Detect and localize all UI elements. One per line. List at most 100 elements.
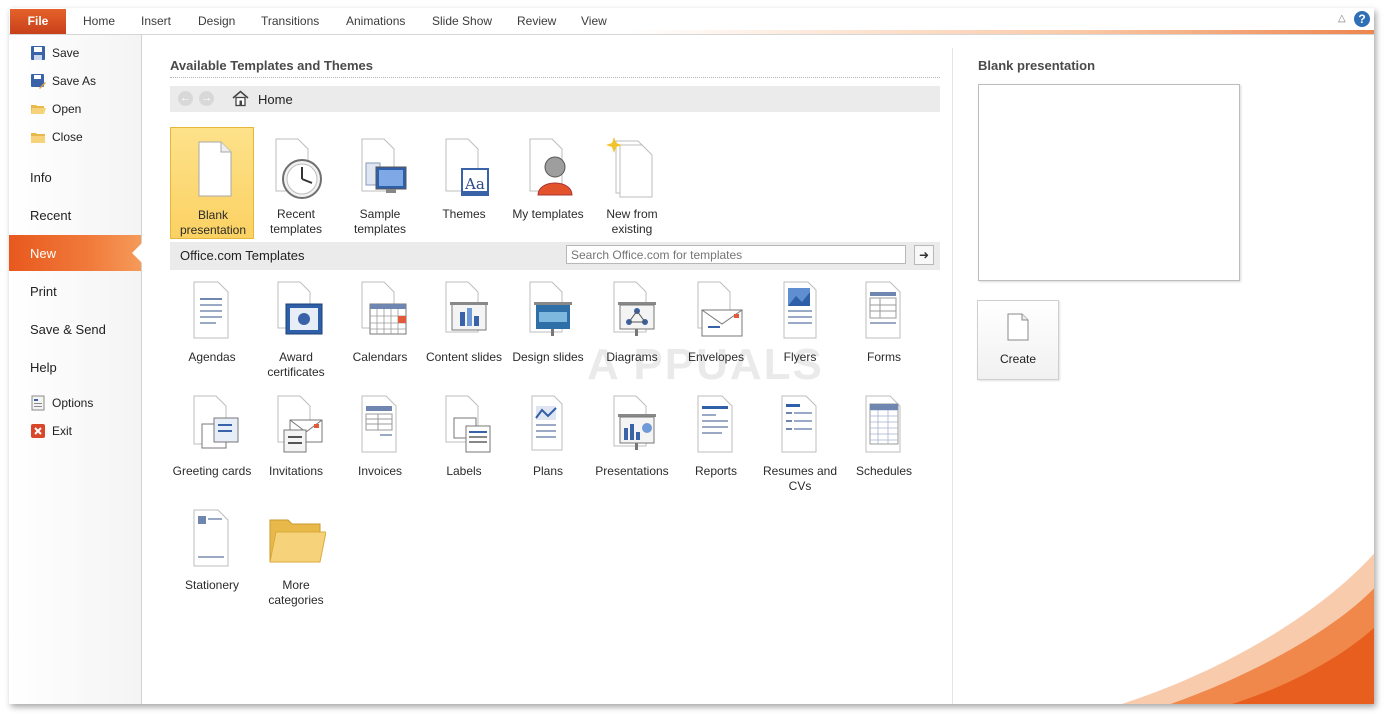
tile-new-from-existing[interactable]: New from existing [590,127,674,239]
category-reports[interactable]: Reports [674,384,758,496]
category-resumes-cvs[interactable]: Resumes and CVs [758,384,842,496]
ribbon-glow [629,30,1374,34]
tab-home[interactable]: Home [83,8,115,34]
category-flyers[interactable]: Flyers [758,270,842,382]
category-forms[interactable]: Forms [842,270,926,382]
sidebar-item-label: Exit [52,424,73,438]
back-button[interactable]: ← [178,91,193,106]
save-as-icon [31,74,46,89]
agenda-icon [193,281,229,339]
sidebar-item-label: Save As [52,74,97,88]
category-greeting-cards[interactable]: Greeting cards [170,384,254,496]
sidebar-item-label: Recent [30,208,72,223]
tab-review[interactable]: Review [517,8,556,34]
tile-label: Presentations [595,464,669,478]
sidebar-item-save-send[interactable]: Save & Send [9,311,141,347]
divider [170,77,940,78]
create-button[interactable]: Create [977,300,1059,380]
calendar-icon [361,281,407,335]
category-invitations[interactable]: Invitations [254,384,338,496]
tile-label: Content slides [425,350,503,364]
blank-page-icon [1007,313,1029,341]
home-breadcrumb[interactable]: Home [258,92,293,107]
flyer-icon [783,281,817,339]
tile-label: Calendars [352,350,408,364]
tab-transitions[interactable]: Transitions [261,8,319,34]
sidebar-item-recent[interactable]: Recent [9,197,141,233]
close-folder-icon [31,133,45,143]
tab-slide-show[interactable]: Slide Show [432,8,492,34]
category-presentations[interactable]: Presentations [590,384,674,496]
tile-label: More categories [268,578,324,607]
category-award-certificates[interactable]: Award certificates [254,270,338,382]
home-icon[interactable] [232,90,249,107]
forward-button[interactable]: → [199,91,214,106]
tile-label: Recent templates [269,207,323,236]
tile-blank-presentation[interactable]: Blank presentation [170,127,254,239]
sidebar-item-label: New [30,246,57,261]
diagram-icon [613,281,656,336]
category-more-categories[interactable]: More categories [254,498,338,610]
category-labels[interactable]: Labels [422,384,506,496]
templates-panel: Available Templates and Themes ← → Home … [142,35,954,704]
sidebar-item-info[interactable]: Info [9,159,141,195]
tile-label: Themes [442,207,486,221]
category-design-slides[interactable]: Design slides [506,270,590,382]
tile-recent-templates[interactable]: Recent templates [254,127,338,239]
invoice-icon [361,395,397,453]
category-plans[interactable]: Plans [506,384,590,496]
sidebar-item-new[interactable]: New [9,235,142,271]
sidebar-item-help[interactable]: Help [9,349,141,385]
tile-label: Resumes and CVs [762,464,838,493]
greeting-card-icon [193,395,239,449]
category-agendas[interactable]: Agendas [170,270,254,382]
folder-icon [269,519,326,563]
exit-icon [31,424,45,438]
tab-file[interactable]: File [10,9,66,34]
design-slide-icon [529,281,572,336]
category-stationery[interactable]: Stationery [170,498,254,610]
tab-insert[interactable]: Insert [141,8,171,34]
sidebar-item-label: Info [30,170,52,185]
tile-my-templates[interactable]: My templates [506,127,590,239]
tile-label: Plans [532,464,564,478]
sidebar-item-save-as[interactable]: Save As [9,69,141,93]
decorative-swoosh [1121,553,1374,704]
sidebar-item-label: Open [52,102,82,116]
sidebar-item-options[interactable]: Options [9,391,141,415]
template-nav-bar: ← → Home [170,86,940,112]
category-schedules[interactable]: Schedules [842,384,926,496]
category-invoices[interactable]: Invoices [338,384,422,496]
tile-label: Reports [694,464,738,478]
person-icon [529,138,573,196]
themes-aa-icon: Aa [445,138,489,196]
sidebar-item-save[interactable]: Save [9,41,141,65]
tile-sample-templates[interactable]: Sample templates [338,127,422,239]
resume-icon [781,395,817,453]
tile-label: Invoices [357,464,403,478]
sidebar-item-close[interactable]: Close [9,125,141,149]
template-search-input[interactable] [566,245,906,264]
tab-animations[interactable]: Animations [346,8,405,34]
search-go-button[interactable]: ➜ [914,245,934,265]
invitation-icon [277,395,323,453]
category-content-slides[interactable]: Content slides [422,270,506,382]
sidebar-item-exit[interactable]: Exit [9,419,141,443]
tab-design[interactable]: Design [198,8,235,34]
sidebar-item-open[interactable]: Open [9,97,141,121]
help-icon[interactable]: ? [1354,11,1370,27]
category-calendars[interactable]: Calendars [338,270,422,382]
tile-label: Blank presentation [179,208,247,237]
ribbon-tab-bar: File Home Insert Design Transitions Anim… [9,8,1374,35]
sidebar-item-print[interactable]: Print [9,273,141,309]
save-icon [31,46,45,60]
tile-label: Award certificates [267,350,325,379]
category-diagrams[interactable]: Diagrams [590,270,674,382]
minimize-ribbon-icon[interactable]: △ [1338,14,1348,24]
tile-themes[interactable]: Aa Themes [422,127,506,239]
tab-view[interactable]: View [581,8,607,34]
content-slide-icon [445,281,488,333]
tile-label: Flyers [783,350,817,364]
category-envelopes[interactable]: Envelopes [674,270,758,382]
envelope-icon [697,281,743,337]
